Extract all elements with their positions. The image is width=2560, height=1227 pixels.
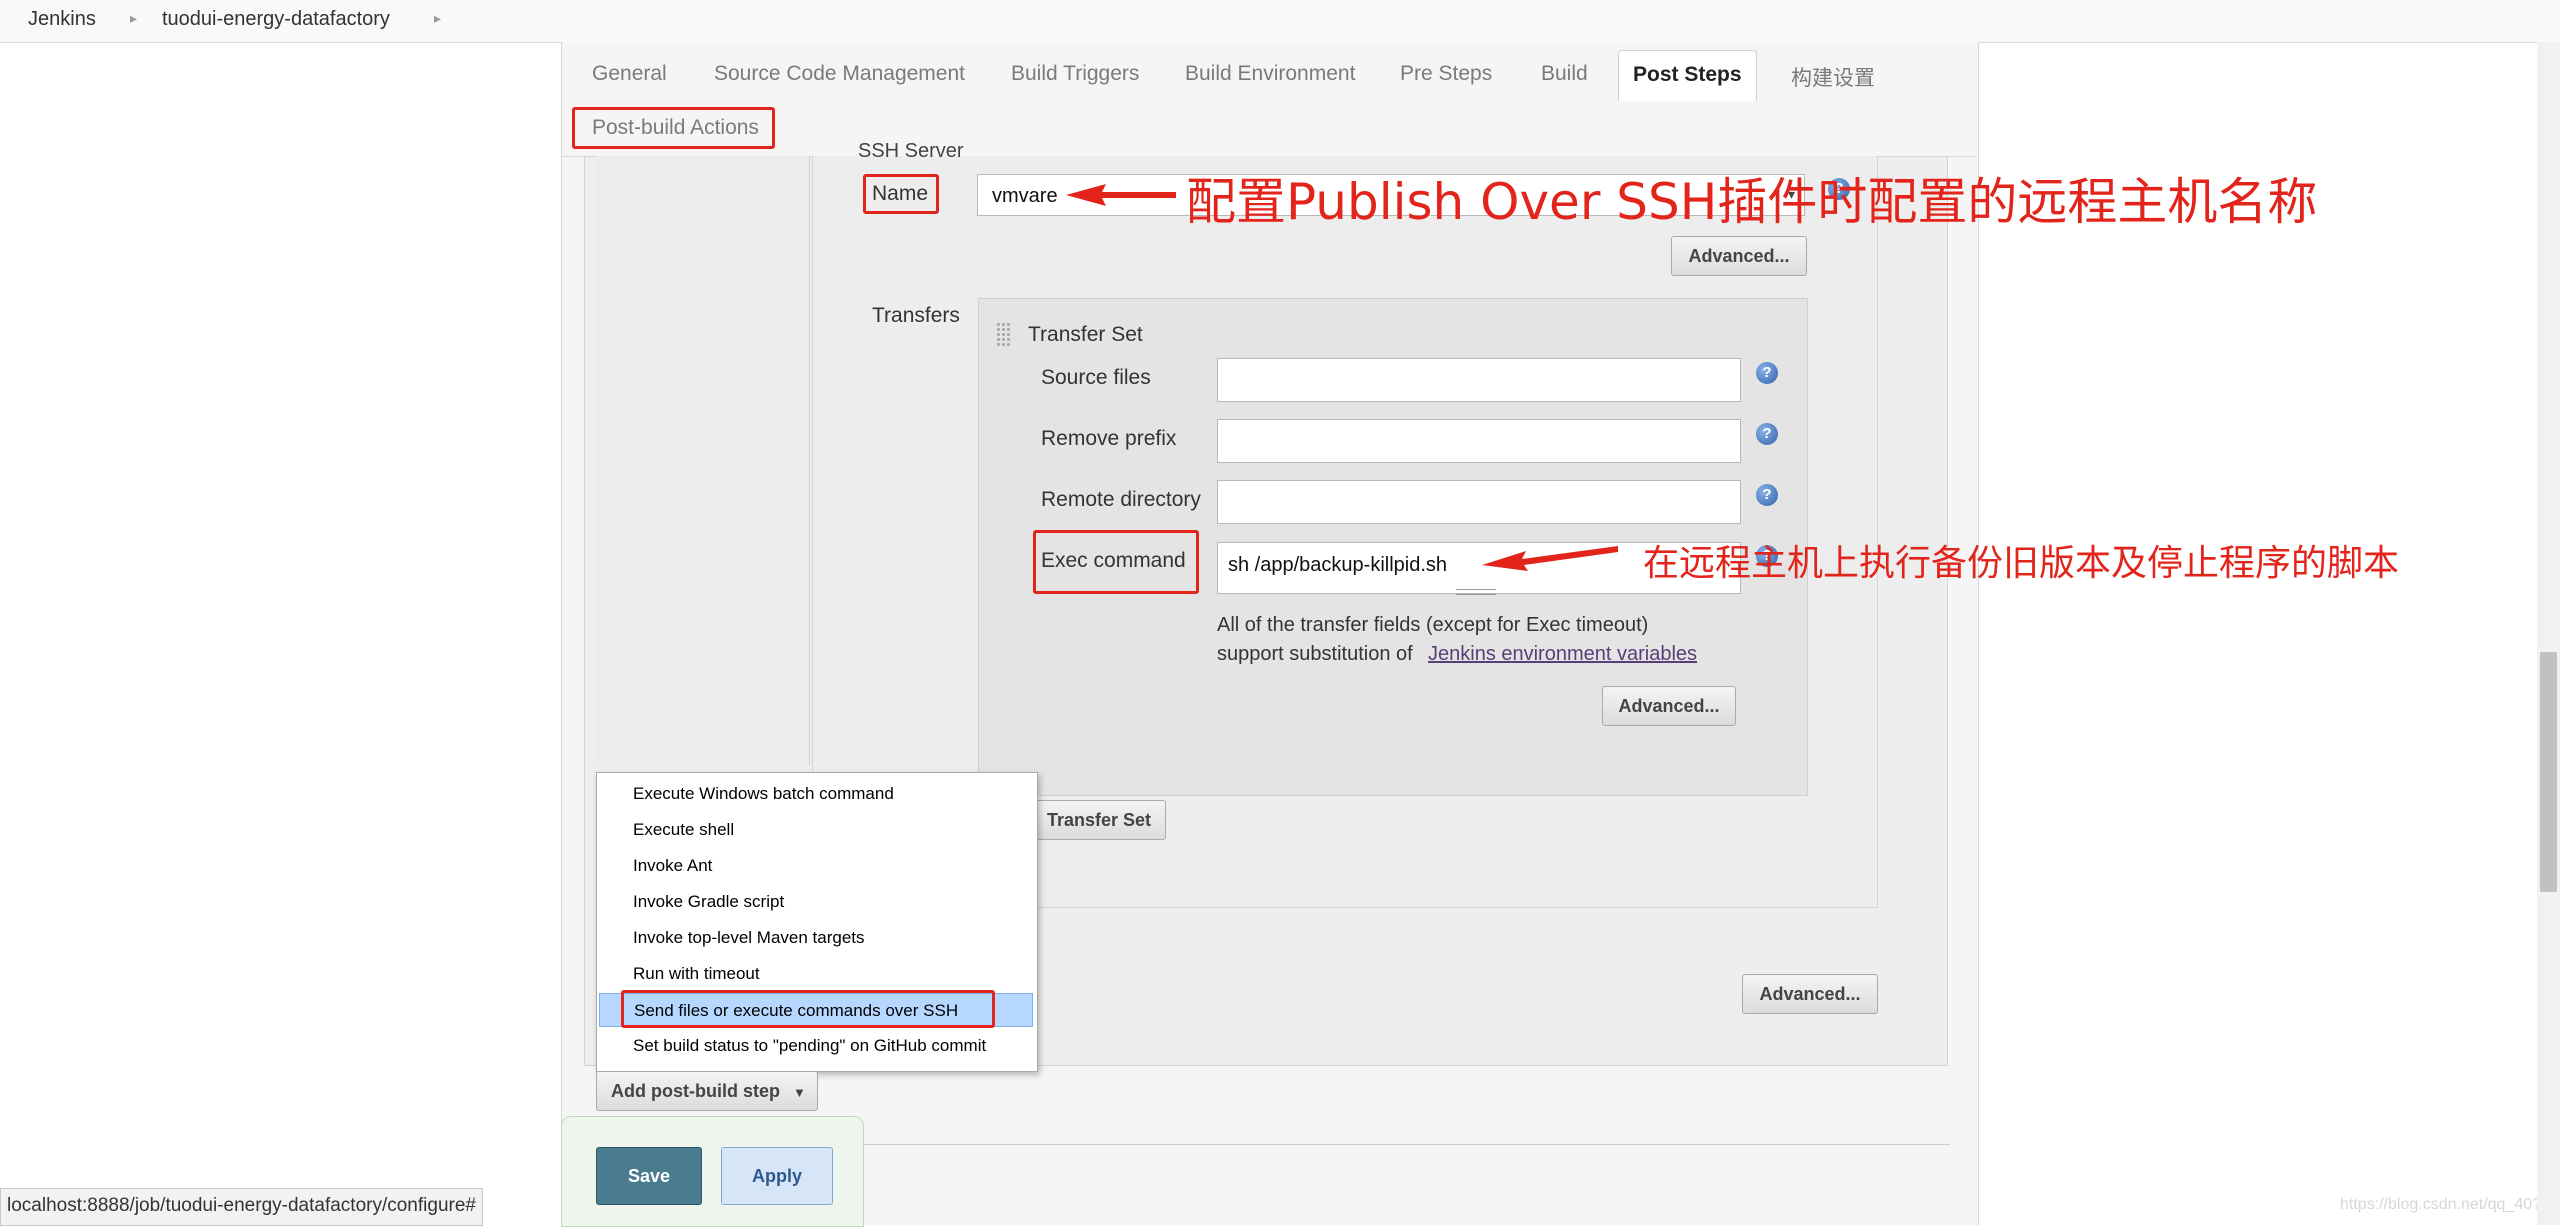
help-icon[interactable]: ? [1756, 423, 1778, 445]
publisher-advanced-button[interactable]: Advanced... [1742, 974, 1878, 1014]
breadcrumb-arrow-icon[interactable]: ▸ [130, 10, 137, 27]
apply-button[interactable]: Apply [721, 1147, 833, 1205]
menu-item-execute-shell[interactable]: Execute shell [599, 813, 1033, 847]
drag-handle-icon[interactable] [996, 322, 1010, 348]
scrollbar-thumb[interactable] [2540, 652, 2557, 892]
highlight-box [1033, 530, 1199, 594]
help-icon[interactable]: ? [1756, 484, 1778, 506]
breadcrumb-jenkins[interactable]: Jenkins [28, 8, 96, 31]
tab-build-triggers[interactable]: Build Triggers [1011, 62, 1139, 86]
tab-build-settings[interactable]: 构建设置 [1791, 62, 1875, 92]
add-post-build-step-button[interactable]: Add post-build step ▼ [596, 1071, 818, 1111]
breadcrumb-arrow-icon[interactable]: ▸ [434, 10, 441, 27]
exec-annotation: 在远程主机上执行备份旧版本及停止程序的脚本 [1643, 543, 2400, 584]
transfer-set-advanced-button[interactable]: Advanced... [1602, 686, 1736, 726]
source-files-input[interactable] [1217, 358, 1741, 402]
save-button[interactable]: Save [596, 1147, 702, 1205]
dropdown-arrow-icon: ▼ [793, 1085, 806, 1100]
transfer-set-title: Transfer Set [1028, 323, 1143, 346]
textarea-resize-handle[interactable] [1456, 589, 1496, 595]
page-scrollbar[interactable] [2537, 42, 2560, 1225]
menu-item-invoke-maven[interactable]: Invoke top-level Maven targets [599, 921, 1033, 955]
transfer-note-line2: support substitution of [1217, 643, 1413, 665]
source-files-label: Source files [1041, 366, 1151, 389]
highlight-box [863, 174, 939, 214]
highlight-box [621, 990, 995, 1028]
status-bar-url: localhost:8888/job/tuodui-energy-datafac… [0, 1188, 483, 1226]
breadcrumb: Jenkins ▸ tuodui-energy-datafactory ▸ [0, 0, 2560, 43]
add-post-build-step-label: Add post-build step [611, 1081, 780, 1101]
tab-source-code-management[interactable]: Source Code Management [714, 62, 965, 86]
env-variables-link[interactable]: Jenkins environment variables [1428, 643, 1697, 666]
name-annotation: 配置Publish Over SSH插件时配置的远程主机名称 [1186, 173, 2318, 231]
transfers-label: Transfers [872, 304, 960, 327]
breadcrumb-job[interactable]: tuodui-energy-datafactory [162, 8, 390, 31]
menu-item-invoke-gradle[interactable]: Invoke Gradle script [599, 885, 1033, 919]
step-sidebar [596, 156, 810, 766]
transfer-note-line1: All of the transfer fields (except for E… [1217, 614, 1649, 636]
remote-directory-label: Remote directory [1041, 488, 1201, 511]
ssh-server-heading: SSH Server [858, 140, 964, 162]
remove-prefix-input[interactable] [1217, 419, 1741, 463]
highlight-box [572, 107, 775, 149]
annotation-arrow-icon [1066, 184, 1176, 206]
remote-directory-input[interactable] [1217, 480, 1741, 524]
remove-prefix-label: Remove prefix [1041, 427, 1177, 450]
tab-build[interactable]: Build [1541, 62, 1588, 86]
tab-post-steps[interactable]: Post Steps [1618, 50, 1757, 101]
add-transfer-set-button[interactable]: Transfer Set [1020, 800, 1166, 840]
tab-build-environment[interactable]: Build Environment [1185, 62, 1355, 86]
help-icon[interactable]: ? [1756, 362, 1778, 384]
menu-item-windows-batch[interactable]: Execute Windows batch command [599, 777, 1033, 811]
menu-item-run-with-timeout[interactable]: Run with timeout [599, 957, 1033, 991]
menu-item-github-pending-status[interactable]: Set build status to "pending" on GitHub … [599, 1029, 1033, 1063]
ssh-server-advanced-button[interactable]: Advanced... [1671, 236, 1807, 276]
tab-general[interactable]: General [592, 62, 667, 86]
tab-pre-steps[interactable]: Pre Steps [1400, 62, 1492, 86]
annotation-arrow-icon [1482, 546, 1618, 571]
watermark-text: https://blog.csdn.net/qq_40? [2340, 1196, 2542, 1213]
menu-item-invoke-ant[interactable]: Invoke Ant [599, 849, 1033, 883]
